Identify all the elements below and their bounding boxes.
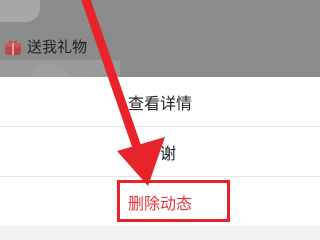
background-page: 送我礼物 [0, 0, 320, 108]
gift-label: 送我礼物 [27, 38, 88, 56]
screen: 送我礼物 查看详情 答谢 删除动态 [0, 0, 320, 240]
background-top-element [0, 0, 40, 22]
bottom-bar [0, 226, 320, 240]
thank-button[interactable]: 答谢 [0, 127, 320, 177]
gift-icon [4, 38, 22, 56]
view-details-button[interactable]: 查看详情 [0, 77, 320, 127]
annotation-highlight-box [117, 180, 230, 222]
gift-row: 送我礼物 [4, 36, 87, 57]
